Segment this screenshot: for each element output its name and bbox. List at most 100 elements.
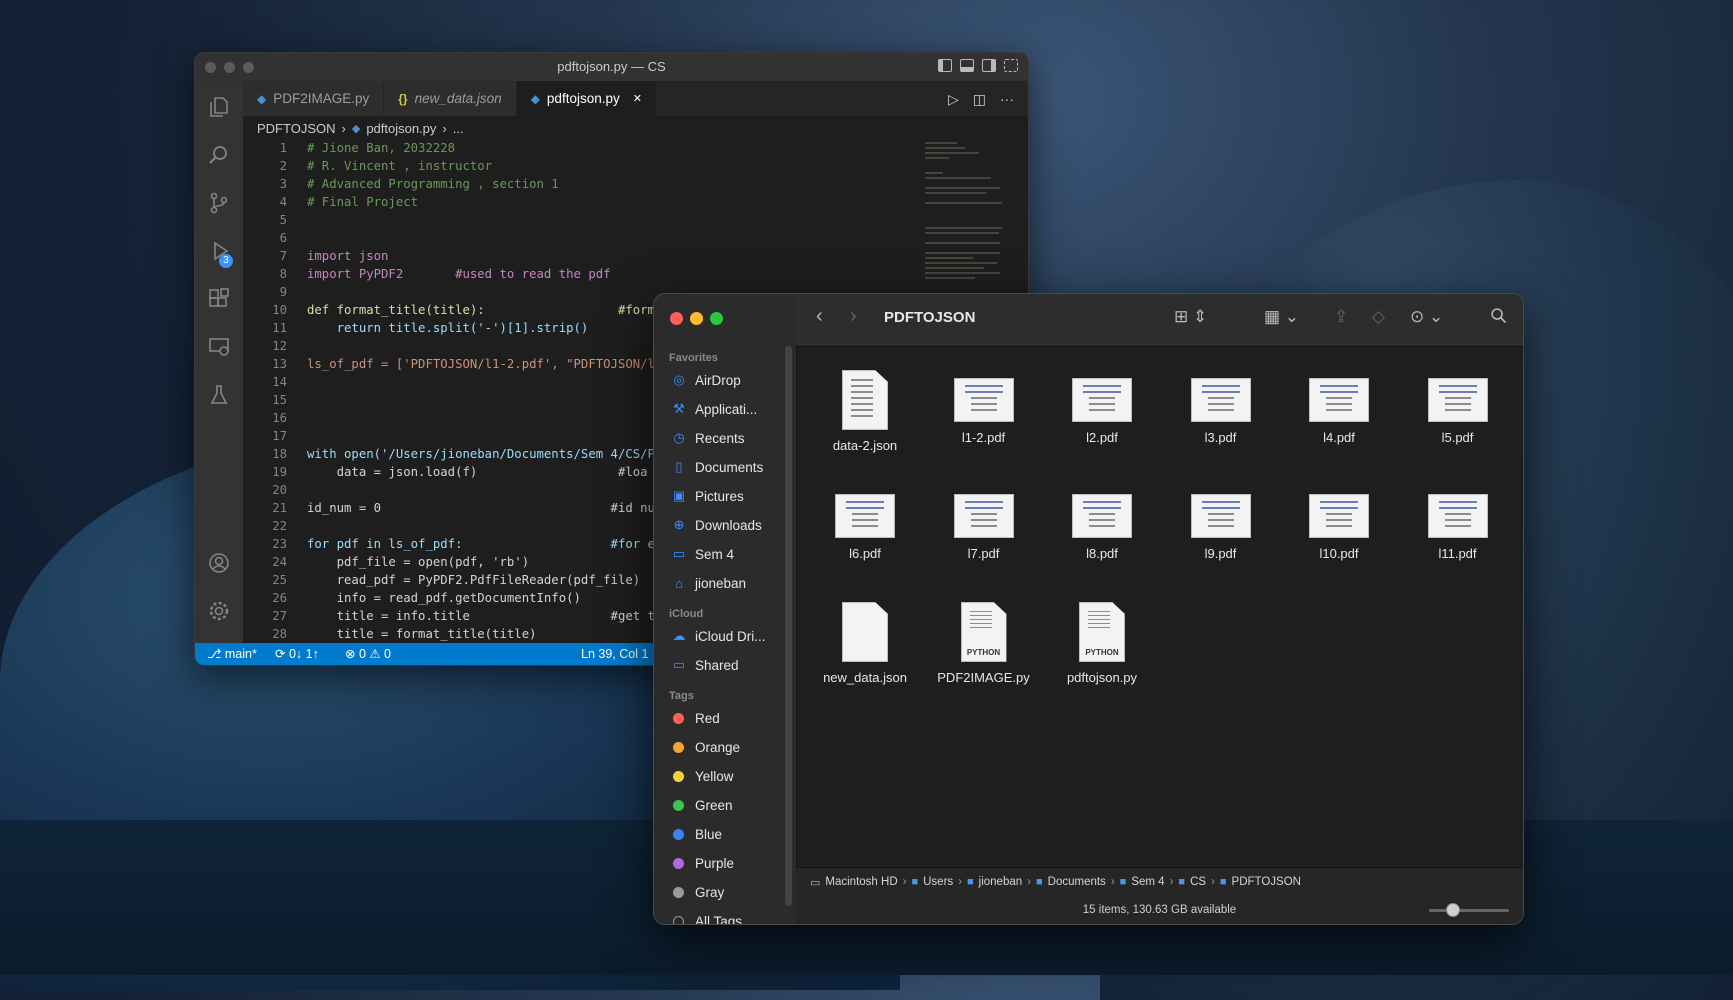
path-segment[interactable]: Sem 4 bbox=[1131, 876, 1164, 888]
sidebar-item-airdrop[interactable]: ◎ AirDrop bbox=[671, 368, 740, 392]
thumbnail-line bbox=[1207, 403, 1234, 405]
path-segment[interactable]: Documents bbox=[1048, 876, 1106, 888]
breadcrumb-folder[interactable]: PDFTOJSON bbox=[257, 121, 336, 136]
tag-item-orange[interactable]: Orange bbox=[671, 735, 740, 759]
split-editor-icon[interactable]: ◫ bbox=[973, 91, 986, 108]
vscode-titlebar: pdftojson.py — CS bbox=[195, 53, 1028, 81]
sidebar-item-documents[interactable]: ▯ Documents bbox=[671, 455, 763, 479]
toggle-secondary-sidebar-icon[interactable] bbox=[982, 59, 996, 72]
customize-layout-icon[interactable] bbox=[1004, 59, 1018, 72]
file-item[interactable]: l6.pdf bbox=[810, 486, 920, 561]
more-actions-icon[interactable]: ··· bbox=[1000, 91, 1014, 108]
search-icon[interactable] bbox=[207, 143, 231, 167]
zoom-window-button[interactable] bbox=[710, 312, 723, 325]
code-line: 2 # R. Vincent , instructor bbox=[243, 157, 834, 175]
source-control-icon[interactable] bbox=[207, 191, 231, 215]
sync-status[interactable]: ⟳ 0↓ 1↑ bbox=[275, 643, 319, 665]
editor-tab[interactable]: ◆ pdftojson.py ✕ bbox=[516, 81, 657, 116]
thumbnail-line bbox=[1438, 501, 1477, 503]
sidebar-item-applicati-[interactable]: ⚒ Applicati... bbox=[671, 397, 757, 421]
code-line: 8 import PyPDF2 #used to read the pdf bbox=[243, 265, 834, 283]
editor-tab[interactable]: ◆ PDF2IMAGE.py bbox=[243, 81, 385, 116]
toggle-panel-icon[interactable] bbox=[960, 59, 974, 72]
icon-size-slider[interactable] bbox=[1429, 903, 1509, 917]
tag-item-green[interactable]: Green bbox=[671, 793, 733, 817]
file-item[interactable]: new_data.json bbox=[810, 602, 920, 685]
path-segment[interactable]: jioneban bbox=[979, 876, 1022, 888]
thumbnail-line bbox=[1326, 409, 1352, 411]
path-segment[interactable]: Macintosh HD bbox=[825, 876, 897, 888]
file-item[interactable]: l7.pdf bbox=[929, 486, 1039, 561]
thumbnail-line bbox=[1088, 619, 1110, 620]
sidebar-item-label: Sem 4 bbox=[695, 546, 735, 562]
extensions-icon[interactable] bbox=[207, 287, 231, 311]
file-item[interactable]: l11.pdf bbox=[1403, 486, 1513, 561]
share-icon[interactable]: ⇪ bbox=[1334, 307, 1348, 327]
close-window-button[interactable] bbox=[670, 312, 683, 325]
account-icon[interactable] bbox=[207, 551, 231, 575]
testing-icon[interactable] bbox=[207, 383, 231, 407]
minimize-window-button[interactable] bbox=[690, 312, 703, 325]
close-window-button[interactable] bbox=[205, 62, 216, 73]
file-item[interactable]: l1-2.pdf bbox=[929, 370, 1039, 445]
sidebar-item-sem-4[interactable]: ▭ Sem 4 bbox=[671, 542, 734, 566]
download-icon: ⊕ bbox=[673, 517, 685, 532]
file-item[interactable]: l10.pdf bbox=[1284, 486, 1394, 561]
tag-item-purple[interactable]: Purple bbox=[671, 851, 734, 875]
tag-item-all-tags-[interactable]: All Tags... bbox=[671, 909, 753, 924]
file-item[interactable]: l8.pdf bbox=[1047, 486, 1157, 561]
more-options-icon[interactable]: ⊙ ⌄ bbox=[1410, 307, 1443, 327]
folder-icon: ■ bbox=[1119, 876, 1127, 888]
zoom-window-button[interactable] bbox=[243, 62, 254, 73]
tag-item-gray[interactable]: Gray bbox=[671, 880, 724, 904]
branch-status[interactable]: ⎇ main* bbox=[207, 643, 257, 665]
file-item[interactable]: l2.pdf bbox=[1047, 370, 1157, 445]
breadcrumb-file[interactable]: pdftojson.py bbox=[366, 121, 436, 136]
run-file-icon[interactable]: ▷ bbox=[948, 91, 959, 108]
file-item[interactable]: l3.pdf bbox=[1166, 370, 1276, 445]
forward-icon[interactable]: › bbox=[850, 305, 857, 328]
file-item[interactable]: l4.pdf bbox=[1284, 370, 1394, 445]
thumbnail-line bbox=[1444, 403, 1471, 405]
group-icon[interactable]: ▦ ⌄ bbox=[1264, 307, 1299, 327]
sidebar-item-jioneban[interactable]: ⌂ jioneban bbox=[671, 571, 746, 595]
editor-tab[interactable]: {} new_data.json bbox=[384, 81, 517, 116]
remote-explorer-icon[interactable] bbox=[207, 335, 231, 359]
line-number: 8 bbox=[279, 267, 287, 281]
breadcrumb-more[interactable]: ... bbox=[453, 121, 464, 136]
settings-gear-icon[interactable] bbox=[207, 599, 231, 623]
chevron-right-icon: › bbox=[1169, 876, 1174, 888]
file-item[interactable]: l9.pdf bbox=[1166, 486, 1276, 561]
file-item[interactable]: PYTHON pdftojson.py bbox=[1047, 602, 1157, 685]
toggle-sidebar-icon[interactable] bbox=[938, 59, 952, 72]
close-tab-icon[interactable]: ✕ bbox=[633, 92, 642, 105]
sidebar-item-downloads[interactable]: ⊕ Downloads bbox=[671, 513, 762, 537]
explorer-icon[interactable] bbox=[207, 95, 231, 119]
file-item[interactable]: PYTHON PDF2IMAGE.py bbox=[929, 602, 1039, 685]
line-number: 21 bbox=[272, 501, 287, 515]
minimize-window-button[interactable] bbox=[224, 62, 235, 73]
sidebar-item-pictures[interactable]: ▣ Pictures bbox=[671, 484, 744, 508]
file-item[interactable]: data-2.json bbox=[810, 370, 920, 453]
path-segment[interactable]: Users bbox=[923, 876, 953, 888]
path-segment[interactable]: PDFTOJSON bbox=[1232, 876, 1301, 888]
minimap-line bbox=[925, 257, 973, 259]
tag-item-yellow[interactable]: Yellow bbox=[671, 764, 734, 788]
minimap[interactable] bbox=[925, 139, 1015, 279]
tag-item-red[interactable]: Red bbox=[671, 706, 720, 730]
search-icon[interactable] bbox=[1490, 307, 1507, 329]
path-segment[interactable]: CS bbox=[1190, 876, 1206, 888]
sidebar-item-shared[interactable]: ▭ Shared bbox=[671, 653, 739, 677]
sidebar-item-icloud-dri-[interactable]: ☁ iCloud Dri... bbox=[671, 624, 766, 648]
back-icon[interactable]: ‹ bbox=[816, 305, 823, 328]
view-grid-icon[interactable]: ⊞ ⇕ bbox=[1174, 307, 1207, 327]
icon-size-slider-knob[interactable] bbox=[1446, 903, 1460, 917]
tag-icon[interactable]: ◇ bbox=[1372, 307, 1385, 327]
file-item[interactable]: l5.pdf bbox=[1403, 370, 1513, 445]
run-debug-icon[interactable] bbox=[207, 239, 231, 263]
problems-status[interactable]: ⊗ 0 ⚠ 0 bbox=[345, 643, 391, 665]
sidebar-scrollbar[interactable] bbox=[785, 346, 792, 906]
cursor-position[interactable]: Ln 39, Col 1 bbox=[581, 643, 648, 665]
tag-item-blue[interactable]: Blue bbox=[671, 822, 722, 846]
sidebar-item-recents[interactable]: ◷ Recents bbox=[671, 426, 744, 450]
